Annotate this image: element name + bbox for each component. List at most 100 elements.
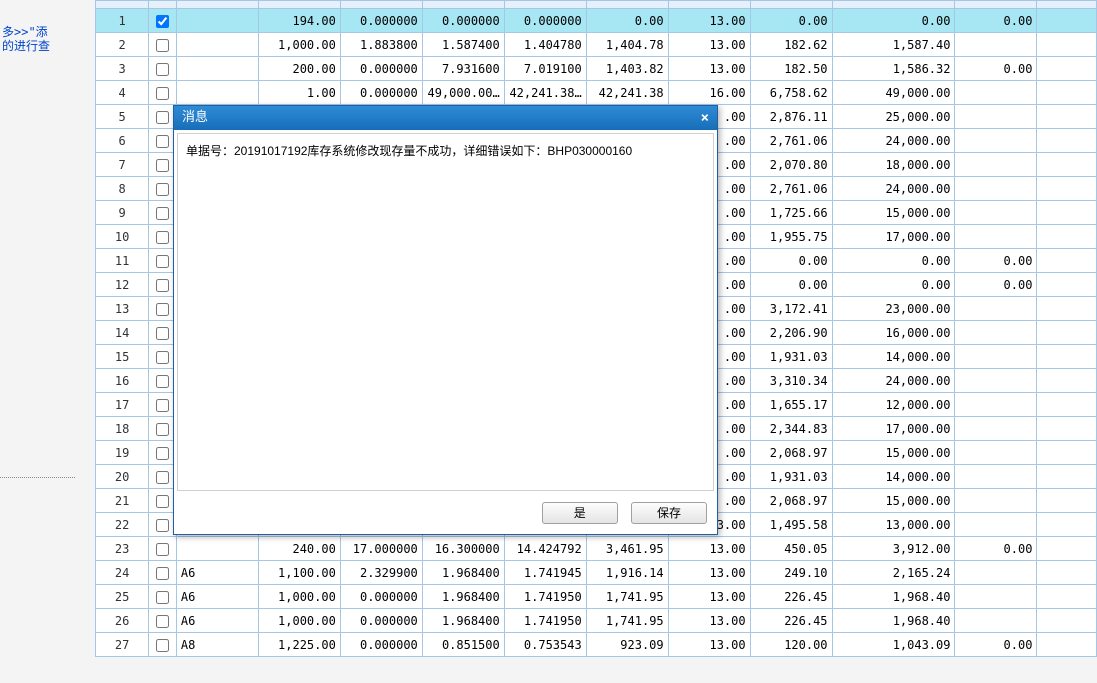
cell-c5: 1.968400: [422, 561, 504, 585]
row-checkbox[interactable]: [156, 279, 169, 292]
cell-c7: 1,741.95: [586, 585, 668, 609]
row-index: 26: [96, 609, 149, 633]
row-checkbox[interactable]: [156, 111, 169, 124]
cell-c3: 1,225.00: [258, 633, 340, 657]
cell-c11: [955, 513, 1037, 537]
row-checkbox[interactable]: [156, 351, 169, 364]
cell-c3: 1,000.00: [258, 585, 340, 609]
row-checkbox[interactable]: [156, 615, 169, 628]
row-checkbox[interactable]: [156, 471, 169, 484]
table-row[interactable]: 23240.0017.00000016.30000014.4247923,461…: [96, 537, 1097, 561]
cell-c11: 0.00: [955, 273, 1037, 297]
table-row[interactable]: 1194.000.0000000.0000000.0000000.0013.00…: [96, 9, 1097, 33]
table-row[interactable]: 24A61,100.002.3299001.9684001.7419451,91…: [96, 561, 1097, 585]
row-index: 21: [96, 489, 149, 513]
cell-c10: 24,000.00: [832, 129, 955, 153]
cell-c5: 1.968400: [422, 585, 504, 609]
dialog-body: 单据号：20191017192库存系统修改现存量不成功，详细错误如下：BHP03…: [177, 133, 714, 491]
cell-c9: 3,310.34: [750, 369, 832, 393]
cell-c7: 923.09: [586, 633, 668, 657]
cell-c11: [955, 489, 1037, 513]
cell-c9: 120.00: [750, 633, 832, 657]
cell-c10: 15,000.00: [832, 489, 955, 513]
row-checkbox[interactable]: [156, 159, 169, 172]
row-index: 16: [96, 369, 149, 393]
dialog-button-bar: 是 保存: [174, 494, 717, 534]
row-checkbox[interactable]: [156, 303, 169, 316]
row-checkbox[interactable]: [156, 15, 169, 28]
close-icon[interactable]: ×: [701, 106, 709, 130]
row-checkbox-cell: [149, 9, 177, 33]
row-checkbox[interactable]: [156, 399, 169, 412]
cell-c12: [1037, 105, 1097, 129]
row-checkbox[interactable]: [156, 135, 169, 148]
cell-c9: 182.62: [750, 33, 832, 57]
cell-c9: 226.45: [750, 585, 832, 609]
cell-c12: [1037, 537, 1097, 561]
row-checkbox[interactable]: [156, 63, 169, 76]
row-index: 12: [96, 273, 149, 297]
row-checkbox[interactable]: [156, 255, 169, 268]
table-row[interactable]: 41.000.00000049,000.00…42,241.38…42,241.…: [96, 81, 1097, 105]
row-checkbox-cell: [149, 609, 177, 633]
cell-c10: 25,000.00: [832, 105, 955, 129]
cell-c10: 14,000.00: [832, 465, 955, 489]
row-index: 14: [96, 321, 149, 345]
row-index: 11: [96, 249, 149, 273]
row-checkbox[interactable]: [156, 567, 169, 580]
row-checkbox[interactable]: [156, 375, 169, 388]
row-checkbox[interactable]: [156, 327, 169, 340]
cell-c10: 3,912.00: [832, 537, 955, 561]
cell-c2: [176, 81, 258, 105]
cell-c12: [1037, 153, 1097, 177]
cell-c12: [1037, 33, 1097, 57]
cell-c10: 1,043.09: [832, 633, 955, 657]
cell-c8: 13.00: [668, 57, 750, 81]
row-checkbox[interactable]: [156, 87, 169, 100]
table-row[interactable]: 3200.000.0000007.9316007.0191001,403.821…: [96, 57, 1097, 81]
table-row[interactable]: 26A61,000.000.0000001.9684001.7419501,74…: [96, 609, 1097, 633]
cell-c10: 2,165.24: [832, 561, 955, 585]
row-checkbox[interactable]: [156, 231, 169, 244]
sidebar-text-2: 的进行查: [2, 39, 50, 53]
row-checkbox[interactable]: [156, 423, 169, 436]
cell-c11: [955, 33, 1037, 57]
cell-c11: [955, 297, 1037, 321]
row-index: 17: [96, 393, 149, 417]
cell-c8: 16.00: [668, 81, 750, 105]
yes-button[interactable]: 是: [542, 502, 618, 524]
cell-c7: 1,403.82: [586, 57, 668, 81]
row-checkbox[interactable]: [156, 207, 169, 220]
row-index: 24: [96, 561, 149, 585]
cell-c11: [955, 417, 1037, 441]
dialog-titlebar[interactable]: 消息 ×: [174, 106, 717, 130]
cell-c9: 1,955.75: [750, 225, 832, 249]
row-checkbox[interactable]: [156, 495, 169, 508]
cell-c4: 0.000000: [340, 9, 422, 33]
cell-c9: 0.00: [750, 249, 832, 273]
row-checkbox[interactable]: [156, 519, 169, 532]
cell-c11: [955, 177, 1037, 201]
cell-c6: 0.753543: [504, 633, 586, 657]
row-checkbox[interactable]: [156, 543, 169, 556]
cell-c12: [1037, 585, 1097, 609]
row-index: 15: [96, 345, 149, 369]
table-row[interactable]: 21,000.001.8838001.5874001.4047801,404.7…: [96, 33, 1097, 57]
cell-c2: [176, 537, 258, 561]
table-row[interactable]: 25A61,000.000.0000001.9684001.7419501,74…: [96, 585, 1097, 609]
cell-c9: 2,761.06: [750, 129, 832, 153]
row-checkbox[interactable]: [156, 39, 169, 52]
row-checkbox[interactable]: [156, 639, 169, 652]
save-button[interactable]: 保存: [631, 502, 707, 524]
row-checkbox[interactable]: [156, 183, 169, 196]
cell-c12: [1037, 225, 1097, 249]
cell-c10: 0.00: [832, 249, 955, 273]
cell-c2: A6: [176, 609, 258, 633]
cell-c12: [1037, 417, 1097, 441]
cell-c3: 1.00: [258, 81, 340, 105]
cell-c9: 2,206.90: [750, 321, 832, 345]
row-checkbox[interactable]: [156, 591, 169, 604]
table-row[interactable]: 27A81,225.000.0000000.8515000.753543923.…: [96, 633, 1097, 657]
cell-c4: 0.000000: [340, 57, 422, 81]
row-checkbox[interactable]: [156, 447, 169, 460]
